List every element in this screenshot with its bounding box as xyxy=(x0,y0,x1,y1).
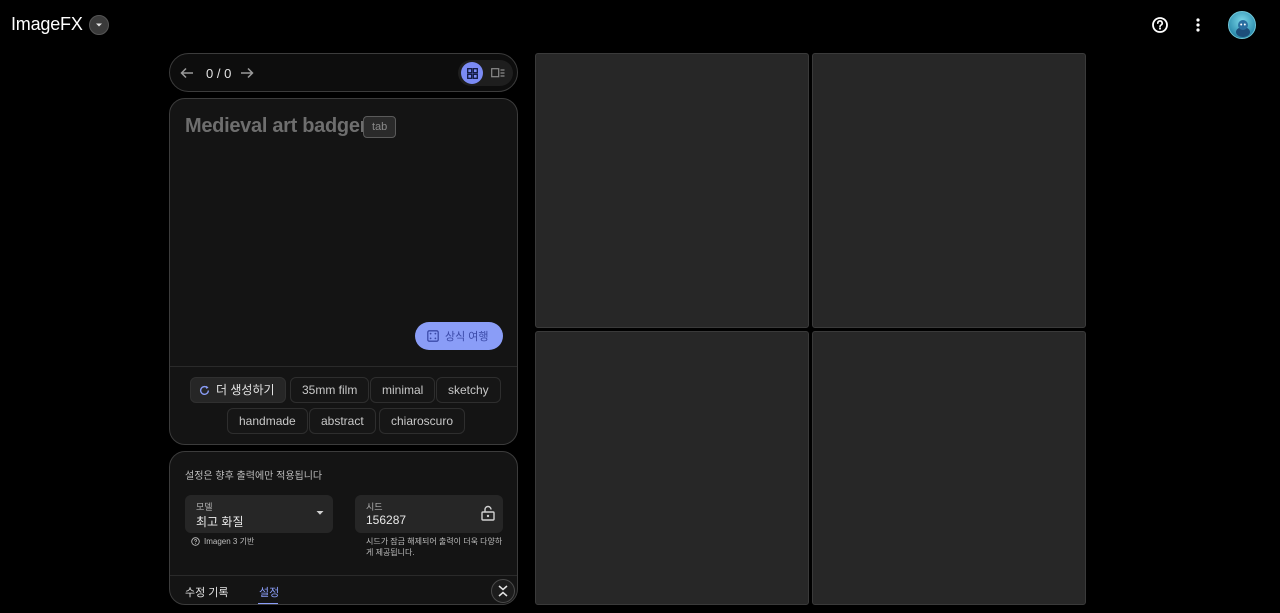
seed-lock-button[interactable] xyxy=(481,505,495,526)
regenerate-chips-button[interactable]: 더 생성하기 xyxy=(190,377,286,403)
view-toggle xyxy=(458,60,513,86)
list-view-icon xyxy=(491,68,505,78)
user-avatar[interactable] xyxy=(1228,11,1256,39)
feeling-lucky-button[interactable]: 상식 여행 xyxy=(415,322,503,350)
model-select[interactable]: 모델 최고 화질 xyxy=(185,495,333,533)
prompt-input[interactable]: Medieval art badger xyxy=(185,115,367,138)
tab-settings[interactable]: 설정 xyxy=(259,584,279,600)
result-counter: 0 / 0 xyxy=(206,66,232,81)
image-slot[interactable] xyxy=(535,331,809,605)
result-navigator: 0 / 0 xyxy=(169,53,518,92)
tab-history[interactable]: 수정 기록 xyxy=(185,584,229,600)
tab-hint-badge: tab xyxy=(363,116,397,138)
more-vert-icon xyxy=(1196,18,1200,32)
feeling-lucky-label: 상식 여행 xyxy=(445,331,489,343)
style-chip[interactable]: 35mm film xyxy=(290,377,370,403)
regenerate-chips-label: 더 생성하기 xyxy=(216,383,275,397)
collapse-icon xyxy=(498,585,508,597)
help-circle-icon xyxy=(1152,17,1168,33)
style-chip[interactable]: chiaroscuro xyxy=(379,408,466,434)
seed-label: 시드 xyxy=(366,502,383,512)
prompt-divider xyxy=(170,366,517,367)
more-options-button[interactable] xyxy=(1187,14,1209,36)
arrow-right-icon xyxy=(241,67,254,79)
model-label: 모델 xyxy=(196,502,213,512)
grid-view-icon xyxy=(466,67,478,79)
settings-card: 설정은 향후 출력에만 적용됩니다 모델 최고 화질 Imagen 3 기반 시… xyxy=(169,451,518,605)
model-hint: Imagen 3 기반 xyxy=(191,536,254,547)
style-chip[interactable]: abstract xyxy=(309,408,376,434)
arrow-left-icon xyxy=(180,67,193,79)
dropdown-caret-icon xyxy=(316,511,324,515)
style-chip[interactable]: sketchy xyxy=(436,377,501,403)
settings-note: 설정은 향후 출력에만 적용됩니다 xyxy=(185,471,323,482)
style-chip[interactable]: minimal xyxy=(370,377,436,403)
style-chip[interactable]: handmade xyxy=(227,408,308,434)
settings-divider xyxy=(170,575,517,576)
help-button[interactable] xyxy=(1149,14,1171,36)
dice-icon xyxy=(427,330,439,342)
list-view-button[interactable] xyxy=(488,63,508,83)
seed-value: 156287 xyxy=(366,513,407,527)
avatar-illustration-icon xyxy=(1236,20,1250,37)
model-value: 최고 화질 xyxy=(196,515,244,529)
chevron-down-icon xyxy=(95,23,102,26)
brand: ImageFX xyxy=(11,14,109,35)
seed-hint: 시드가 잠금 해제되어 출력이 더욱 다양하게 제공됩니다. xyxy=(366,537,503,557)
next-button[interactable] xyxy=(238,64,256,82)
refresh-icon xyxy=(200,385,210,395)
app-title: ImageFX xyxy=(11,14,83,34)
image-slot[interactable] xyxy=(535,53,809,328)
active-tab-indicator xyxy=(258,603,278,604)
prev-button[interactable] xyxy=(178,64,196,82)
image-slot[interactable] xyxy=(812,53,1086,328)
prompt-card: Medieval art badger tab 상식 여행 더 생성하기 35m… xyxy=(169,98,518,445)
model-hint-text: Imagen 3 기반 xyxy=(204,537,255,546)
help-circle-icon xyxy=(191,537,200,546)
seed-field[interactable]: 시드 156287 xyxy=(355,495,503,533)
grid-view-button[interactable] xyxy=(461,62,483,84)
image-slot[interactable] xyxy=(812,331,1086,605)
lock-open-icon xyxy=(481,505,495,521)
app-menu-button[interactable] xyxy=(88,14,109,35)
collapse-button[interactable] xyxy=(491,579,515,603)
